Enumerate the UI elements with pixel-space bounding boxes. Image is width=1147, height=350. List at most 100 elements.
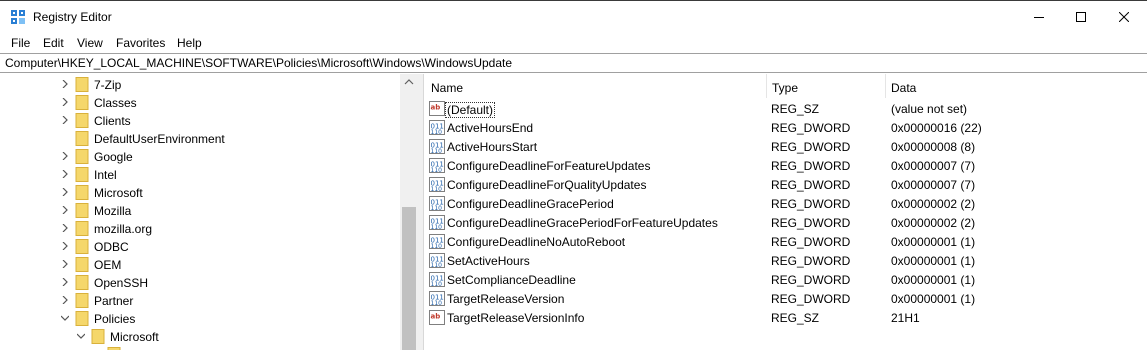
value-type: REG_DWORD [771,121,851,135]
column-header-type[interactable]: Type [767,74,885,98]
tree-item-label: OpenSSH [94,276,149,290]
chevron-right-icon[interactable] [61,116,69,124]
value-name: ConfigureDeadlineForFeatureUpdates [447,159,651,173]
values-list[interactable]: Name Type Data ab (Default) REG_SZ (value n… [424,74,1147,350]
folder-icon [75,149,89,164]
value-row[interactable]: 110 011 ConfigureDeadlineGracePeriodForFea… [424,213,1147,232]
value-data: 21H1 [891,311,920,325]
tree-item-label: Classes [94,96,137,110]
value-row[interactable]: 110 011 SetActiveHours REG_DWORD 0x00000001 … [424,251,1147,270]
chevron-right-icon[interactable] [61,296,69,304]
value-name: (Default) [445,102,496,118]
tree-item[interactable]: OEM [0,256,400,274]
chevron-right-icon[interactable] [61,152,69,160]
close-icon [1119,11,1129,22]
chevron-right-icon[interactable] [61,170,69,178]
binary-value-icon: 110011 [429,177,445,192]
tree-item[interactable]: Google [0,148,400,166]
svg-text:011: 011 [431,294,444,302]
chevron-right-icon[interactable] [61,224,69,232]
folder-icon [75,95,89,110]
value-row[interactable]: 110 011 ConfigureDeadlineForFeatureUpdates… [424,156,1147,175]
value-data: 0x00000016 (22) [891,121,982,135]
svg-text:ab: ab [431,313,441,321]
binary-value-icon: 110011 [429,253,445,268]
folder-icon [75,185,89,200]
chevron-right-icon[interactable] [61,98,69,106]
value-row[interactable]: 110 011 ConfigureDeadlineForQualityUpdates… [424,175,1147,194]
value-type: REG_DWORD [771,292,851,306]
value-data: 0x00000008 (8) [891,140,976,154]
tree-item[interactable]: Microsoft [0,184,400,202]
column-header-data[interactable]: Data [886,74,1147,98]
value-data: 0x00000001 (1) [891,235,976,249]
chevron-down-icon[interactable] [77,332,85,340]
value-row[interactable]: 110 011 ActiveHoursStart REG_DWORD 0x0000000… [424,137,1147,156]
tree-item[interactable]: Clients [0,112,400,130]
chevron-right-icon[interactable] [61,278,69,286]
chevron-right-icon[interactable] [61,206,69,214]
svg-text:011: 011 [431,275,444,283]
value-data: 0x00000007 (7) [891,159,976,173]
tree-item[interactable]: ODBC [0,238,400,256]
value-type: REG_DWORD [771,254,851,268]
tree-item[interactable]: Classes [0,94,400,112]
menu-edit[interactable]: Edit [43,36,64,50]
value-data: 0x00000001 (1) [891,292,976,306]
value-data: 0x00000002 (2) [891,197,976,211]
tree-item[interactable]: OpenSSH [0,274,400,292]
value-row[interactable]: 110 011 SetComplianceDeadline REG_DWORD 0x00… [424,270,1147,289]
value-type: REG_SZ [771,102,820,116]
tree-scrollbar-thumb[interactable] [402,207,416,350]
string-value-icon: ab [429,310,445,325]
value-row[interactable]: 110 011 TargetReleaseVersion REG_DWORD 0x000… [424,289,1147,308]
value-row[interactable]: 110 011 ConfigureDeadlineGracePeriod REG_DW… [424,194,1147,213]
value-name: TargetReleaseVersionInfo [447,311,585,325]
scroll-up-icon[interactable] [404,79,414,85]
chevron-right-icon[interactable] [61,242,69,250]
folder-icon [75,221,89,236]
column-header-name[interactable]: Name [424,74,766,98]
minimize-icon [1034,16,1044,18]
tree-item[interactable]: mozilla.org [0,220,400,238]
tree-item-label: Mozilla [94,204,132,218]
chevron-right-icon[interactable] [61,188,69,196]
tree-item[interactable]: Mozilla [0,202,400,220]
chevron-right-icon[interactable] [61,260,69,268]
folder-icon [75,257,89,272]
tree-item[interactable]: Intel [0,166,400,184]
folder-icon [75,113,89,128]
tree-item-label: Google [94,150,133,164]
svg-text:ab: ab [431,104,441,112]
close-button[interactable] [1101,0,1147,33]
maximize-button[interactable] [1058,0,1104,33]
folder-icon [91,329,105,344]
svg-text:011: 011 [431,256,444,264]
value-name: ConfigureDeadlineNoAutoReboot [447,235,626,249]
menu-view[interactable]: View [77,36,103,50]
value-row[interactable]: ab TargetReleaseVersionInfo REG_SZ 21H1 [424,308,1147,327]
address-path[interactable]: Computer\HKEY_LOCAL_MACHINE\SOFTWARE\Pol… [5,56,512,70]
value-row[interactable]: ab (Default) REG_SZ (value not set) [424,99,1147,118]
value-type: REG_DWORD [771,178,851,192]
tree-item-label: mozilla.org [94,222,153,236]
menu-help[interactable]: Help [177,36,202,50]
tree-item[interactable]: DefaultUserEnvironment [0,130,400,148]
menu-file[interactable]: File [11,36,30,50]
tree-item[interactable]: Policies [0,310,400,328]
chevron-right-icon[interactable] [61,80,69,88]
tree-item[interactable]: 7-Zip [0,76,400,94]
key-tree[interactable]: 7-Zip Classes Clients DefaultUserEnvironmen… [0,74,418,350]
tree-item[interactable]: Partner [0,292,400,310]
chevron-down-icon[interactable] [61,314,69,322]
tree-item[interactable]: Microsoft [0,328,400,346]
binary-value-icon: 110011 [429,158,445,173]
value-row[interactable]: 110 011 ConfigureDeadlineNoAutoReboot REG_D… [424,232,1147,251]
folder-icon [75,311,89,326]
menu-favorites[interactable]: Favorites [116,36,165,50]
value-data: (value not set) [891,102,968,116]
value-type: REG_DWORD [771,273,851,287]
value-name: ConfigureDeadlineGracePeriodForFeatureUp… [447,216,718,230]
value-row[interactable]: 110 011 ActiveHoursEnd REG_DWORD 0x00000016 … [424,118,1147,137]
minimize-button[interactable] [1016,0,1062,33]
